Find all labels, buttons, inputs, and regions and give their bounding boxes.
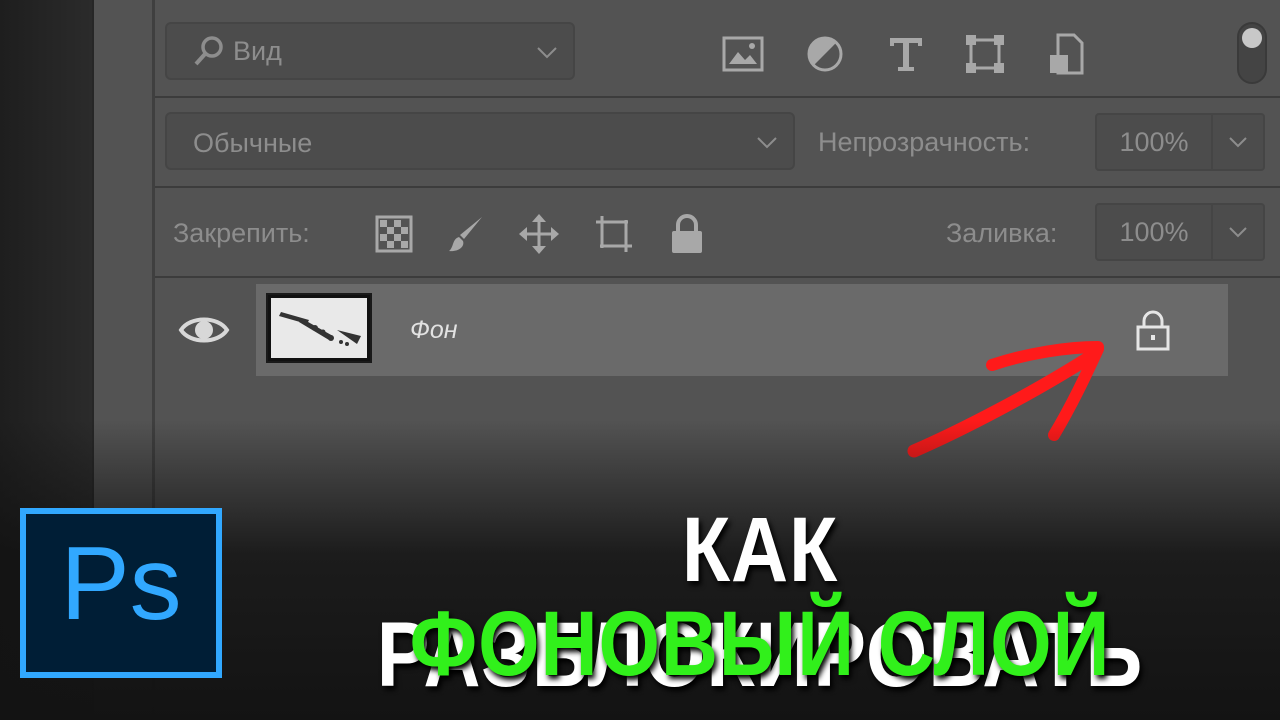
adjustment-filter-icon[interactable] xyxy=(803,32,847,76)
blend-mode-value: Обычные xyxy=(193,128,313,158)
image-filter-icon[interactable] xyxy=(721,32,765,76)
layer-thumbnail[interactable] xyxy=(266,293,372,363)
opacity-label: Непрозрачность: xyxy=(818,127,1031,157)
fill-dropdown-button[interactable] xyxy=(1213,203,1265,261)
thumbnail-image xyxy=(271,298,367,358)
lock-image-pixels-icon[interactable] xyxy=(444,210,488,258)
layer-name[interactable]: Фон xyxy=(410,316,458,345)
opacity-dropdown-button[interactable] xyxy=(1213,113,1265,171)
fill-input[interactable]: 100% xyxy=(1095,203,1213,261)
divider xyxy=(155,186,1280,188)
search-icon xyxy=(191,33,227,69)
toggle-knob xyxy=(1242,28,1262,48)
opacity-input[interactable]: 100% xyxy=(1095,113,1213,171)
filter-type-label: Вид xyxy=(233,35,282,66)
divider xyxy=(155,96,1280,98)
lock-transparent-pixels-icon[interactable] xyxy=(372,210,416,258)
lock-all-icon[interactable] xyxy=(665,210,709,258)
chevron-down-icon xyxy=(533,38,561,66)
lock-position-icon[interactable] xyxy=(517,210,561,258)
photoshop-logo: Ps xyxy=(20,508,222,678)
fill-label: Заливка: xyxy=(946,218,1058,248)
chevron-down-icon xyxy=(753,128,781,156)
chevron-down-icon xyxy=(1229,227,1247,238)
lock-label: Закрепить: xyxy=(173,218,310,248)
eye-icon[interactable] xyxy=(178,308,230,352)
logo-text: Ps xyxy=(60,526,182,642)
lock-icon[interactable] xyxy=(1133,308,1177,354)
divider xyxy=(155,276,1280,278)
blend-mode-dropdown[interactable]: Обычные xyxy=(165,112,795,170)
smart-object-filter-icon[interactable] xyxy=(1044,32,1088,76)
chevron-down-icon xyxy=(1229,137,1247,148)
layer-filter-dropdown[interactable]: Вид xyxy=(165,22,575,80)
filter-toggle[interactable] xyxy=(1237,22,1267,84)
text-filter-icon[interactable] xyxy=(884,32,928,76)
lock-artboard-icon[interactable] xyxy=(592,210,636,258)
shape-filter-icon[interactable] xyxy=(963,32,1007,76)
title-line-2: ФОНОВЫЙ СЛОЙ xyxy=(409,593,1111,695)
